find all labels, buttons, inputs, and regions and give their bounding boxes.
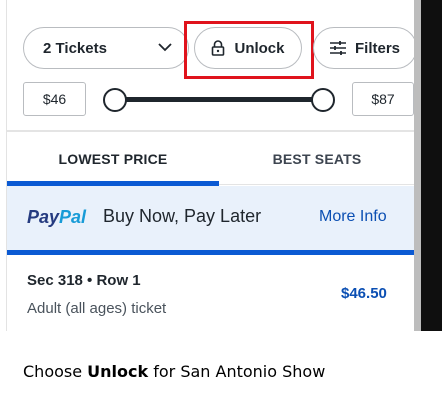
chevron-down-icon xyxy=(158,43,172,52)
unlock-highlight-box xyxy=(184,21,314,79)
paypal-tagline: Buy Now, Pay Later xyxy=(103,206,262,226)
max-price-field[interactable]: $87 xyxy=(352,82,414,116)
more-info-link[interactable]: More Info xyxy=(319,208,387,226)
min-price-field[interactable]: $46 xyxy=(23,82,86,116)
min-price-handle[interactable] xyxy=(103,88,127,112)
tab-lowest-price[interactable]: LOWEST PRICE xyxy=(7,132,219,186)
caption-prefix: Choose xyxy=(23,362,88,381)
caption-emphasis: Unlock xyxy=(87,362,149,381)
tab-divider xyxy=(219,184,414,185)
paypal-logo-pal: Pal xyxy=(59,207,87,227)
listing-section-row: Sec 318 • Row 1 xyxy=(27,272,141,289)
listing-ticket-type: Adult (all ages) ticket xyxy=(27,300,167,317)
max-price-handle[interactable] xyxy=(311,88,335,112)
caption-suffix: for San Antonio Show xyxy=(148,362,326,381)
panel-scroll-edge xyxy=(414,0,421,331)
ticket-quantity-label: 2 Tickets xyxy=(43,39,107,57)
filters-label: Filters xyxy=(354,39,400,57)
filters-button[interactable]: Filters xyxy=(313,27,414,69)
listing-price: $46.50 xyxy=(341,285,387,302)
paypal-logo: PayPal xyxy=(27,207,86,228)
ticket-listing-panel: 2 Tickets Unlock Filters $46 $87 LOWEST … xyxy=(6,0,414,331)
instruction-caption: Choose Unlock for San Antonio Show xyxy=(23,362,325,381)
paypal-logo-pay: Pay xyxy=(27,207,60,227)
price-range-track[interactable] xyxy=(115,97,323,102)
tab-best-seats[interactable]: BEST SEATS xyxy=(219,132,414,186)
sliders-icon xyxy=(329,41,346,55)
ticket-quantity-select[interactable]: 2 Tickets xyxy=(23,27,189,69)
dark-background-edge xyxy=(421,0,442,331)
